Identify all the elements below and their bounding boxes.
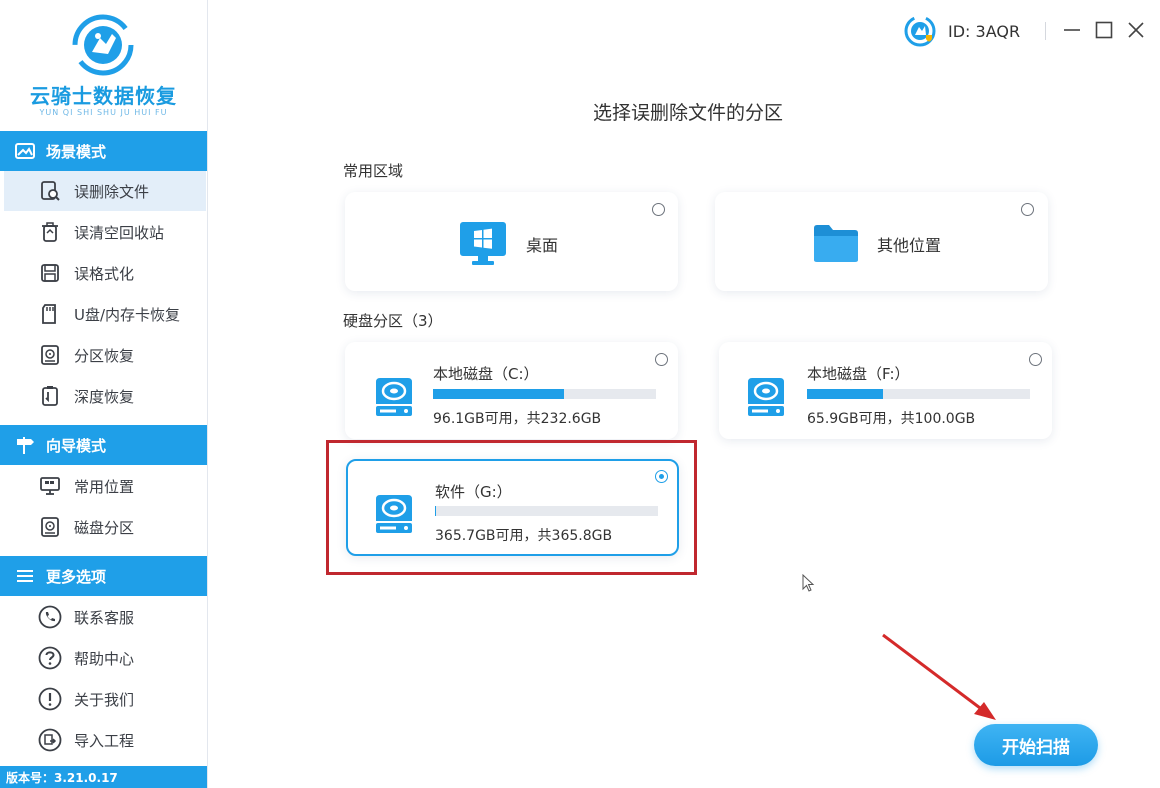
phone-icon bbox=[38, 605, 62, 629]
app-logo: 云骑士数据恢复 YUN QI SHI SHU JU HUI FU bbox=[0, 0, 207, 128]
location-label: 其他位置 bbox=[877, 236, 942, 255]
sidebar-item-deleted-files[interactable]: 误删除文件 bbox=[4, 171, 206, 211]
window-controls-divider bbox=[1045, 22, 1046, 40]
disk-free-space: 365.7GB可用，共365.8GB bbox=[435, 528, 613, 544]
common-area-label: 常用区域 bbox=[343, 162, 404, 180]
disk-usage-bar bbox=[807, 389, 1030, 399]
disk-usage-fill bbox=[807, 389, 884, 399]
maximize-icon bbox=[1095, 21, 1113, 39]
recycle-bin-icon bbox=[38, 220, 62, 244]
sidebar-item-help-center[interactable]: 帮助中心 bbox=[0, 638, 207, 678]
sidebar-item-label: 误删除文件 bbox=[74, 182, 150, 201]
version-label: 版本号：3.21.0.17 bbox=[0, 766, 207, 788]
section-title: 场景模式 bbox=[46, 142, 107, 161]
section-title: 向导模式 bbox=[46, 436, 107, 455]
minimize-button[interactable] bbox=[1060, 18, 1084, 42]
sidebar-item-disk-partition[interactable]: 磁盘分区 bbox=[0, 507, 207, 547]
sidebar-item-recycle-bin[interactable]: 误清空回收站 bbox=[0, 212, 207, 252]
scene-icon bbox=[14, 140, 36, 162]
disk-card-c[interactable]: 本地磁盘（C:） 96.1GB可用，共232.6GB bbox=[345, 342, 678, 439]
location-label: 桌面 bbox=[526, 236, 559, 255]
disk-partition-icon bbox=[38, 515, 62, 539]
disk-name: 本地磁盘（F:） bbox=[807, 365, 910, 383]
hard-drive-icon bbox=[748, 378, 784, 416]
folder-icon bbox=[814, 225, 858, 262]
sidebar-item-import-project[interactable]: 导入工程 bbox=[0, 720, 207, 760]
disk-usage-fill bbox=[433, 389, 564, 399]
deep-recovery-icon bbox=[38, 384, 62, 408]
menu-icon bbox=[14, 565, 36, 587]
close-button[interactable] bbox=[1124, 18, 1148, 42]
radio-desktop[interactable] bbox=[652, 203, 665, 216]
file-search-icon bbox=[38, 179, 62, 203]
sidebar-item-deep-recovery[interactable]: 深度恢复 bbox=[0, 376, 207, 416]
sidebar-item-usb-card[interactable]: U盘/内存卡恢复 bbox=[0, 294, 207, 334]
section-more-options: 更多选项 bbox=[0, 556, 207, 596]
close-icon bbox=[1128, 22, 1144, 38]
radio-disk-f[interactable] bbox=[1029, 353, 1042, 366]
radio-disk-c[interactable] bbox=[655, 353, 668, 366]
sidebar-item-label: 常用位置 bbox=[74, 477, 135, 496]
sidebar-item-label: 深度恢复 bbox=[74, 387, 135, 406]
app-name: 云骑士数据恢复 bbox=[30, 84, 177, 108]
app-name-pinyin: YUN QI SHI SHU JU HUI FU bbox=[39, 108, 168, 117]
sidebar-item-label: 联系客服 bbox=[74, 608, 135, 627]
disk-name: 本地磁盘（C:） bbox=[433, 365, 539, 383]
sidebar-item-format[interactable]: 误格式化 bbox=[0, 253, 207, 293]
disk-card-f[interactable]: 本地磁盘（F:） 65.9GB可用，共100.0GB bbox=[719, 342, 1052, 439]
partition-icon bbox=[38, 343, 62, 367]
sidebar-item-label: 分区恢复 bbox=[74, 346, 135, 365]
desktop-windows-icon bbox=[460, 222, 506, 265]
sidebar-item-label: U盘/内存卡恢复 bbox=[74, 305, 181, 324]
disk-usage-bar bbox=[435, 506, 658, 516]
location-card-other[interactable]: 其他位置 bbox=[715, 192, 1048, 291]
arrow-annotation-icon bbox=[882, 633, 996, 720]
mouse-cursor-icon bbox=[802, 574, 815, 592]
disk-name: 软件（G:） bbox=[435, 483, 512, 501]
sidebar-item-label: 帮助中心 bbox=[74, 649, 135, 668]
avatar-icon bbox=[904, 15, 936, 47]
sidebar-item-label: 误格式化 bbox=[74, 264, 135, 283]
disk-partition-label: 硬盘分区（3） bbox=[343, 312, 443, 330]
sidebar-item-label: 误清空回收站 bbox=[74, 223, 165, 242]
usb-card-icon bbox=[38, 302, 62, 326]
format-disk-icon bbox=[38, 261, 62, 285]
disk-usage-bar bbox=[433, 389, 656, 399]
disk-free-space: 96.1GB可用，共232.6GB bbox=[433, 411, 602, 427]
disk-free-space: 65.9GB可用，共100.0GB bbox=[807, 411, 976, 427]
location-card-desktop[interactable]: 桌面 bbox=[345, 192, 678, 291]
signpost-icon bbox=[14, 434, 36, 456]
monitor-icon bbox=[38, 474, 62, 498]
sidebar-item-contact-support[interactable]: 联系客服 bbox=[0, 597, 207, 637]
minimize-icon bbox=[1064, 29, 1080, 31]
radio-disk-g[interactable] bbox=[655, 470, 668, 483]
sidebar: 云骑士数据恢复 YUN QI SHI SHU JU HUI FU 场景模式 误删… bbox=[0, 0, 208, 788]
section-scene-mode: 场景模式 bbox=[0, 131, 207, 171]
sidebar-item-label: 磁盘分区 bbox=[74, 518, 135, 537]
disk-card-g[interactable]: 软件（G:） 365.7GB可用，共365.8GB bbox=[346, 459, 679, 556]
hard-drive-icon bbox=[376, 378, 412, 416]
section-title: 更多选项 bbox=[46, 567, 107, 586]
user-id-label: ID: 3AQR bbox=[948, 21, 1021, 41]
help-icon bbox=[38, 646, 62, 670]
logo-icon bbox=[72, 14, 134, 76]
sidebar-item-partition-recovery[interactable]: 分区恢复 bbox=[0, 335, 207, 375]
user-id-area[interactable]: ID: 3AQR bbox=[904, 14, 1020, 48]
info-icon bbox=[38, 687, 62, 711]
sidebar-item-label: 导入工程 bbox=[74, 731, 135, 750]
import-icon bbox=[38, 728, 62, 752]
radio-other-location[interactable] bbox=[1021, 203, 1034, 216]
sidebar-item-about-us[interactable]: 关于我们 bbox=[0, 679, 207, 719]
disk-usage-fill bbox=[435, 506, 436, 516]
sidebar-item-label: 关于我们 bbox=[74, 690, 135, 709]
section-wizard-mode: 向导模式 bbox=[0, 425, 207, 465]
start-scan-button[interactable]: 开始扫描 bbox=[974, 724, 1098, 766]
maximize-button[interactable] bbox=[1092, 18, 1116, 42]
page-title: 选择误删除文件的分区 bbox=[593, 102, 784, 124]
hard-drive-icon bbox=[376, 495, 412, 533]
sidebar-item-common-locations[interactable]: 常用位置 bbox=[0, 466, 207, 506]
